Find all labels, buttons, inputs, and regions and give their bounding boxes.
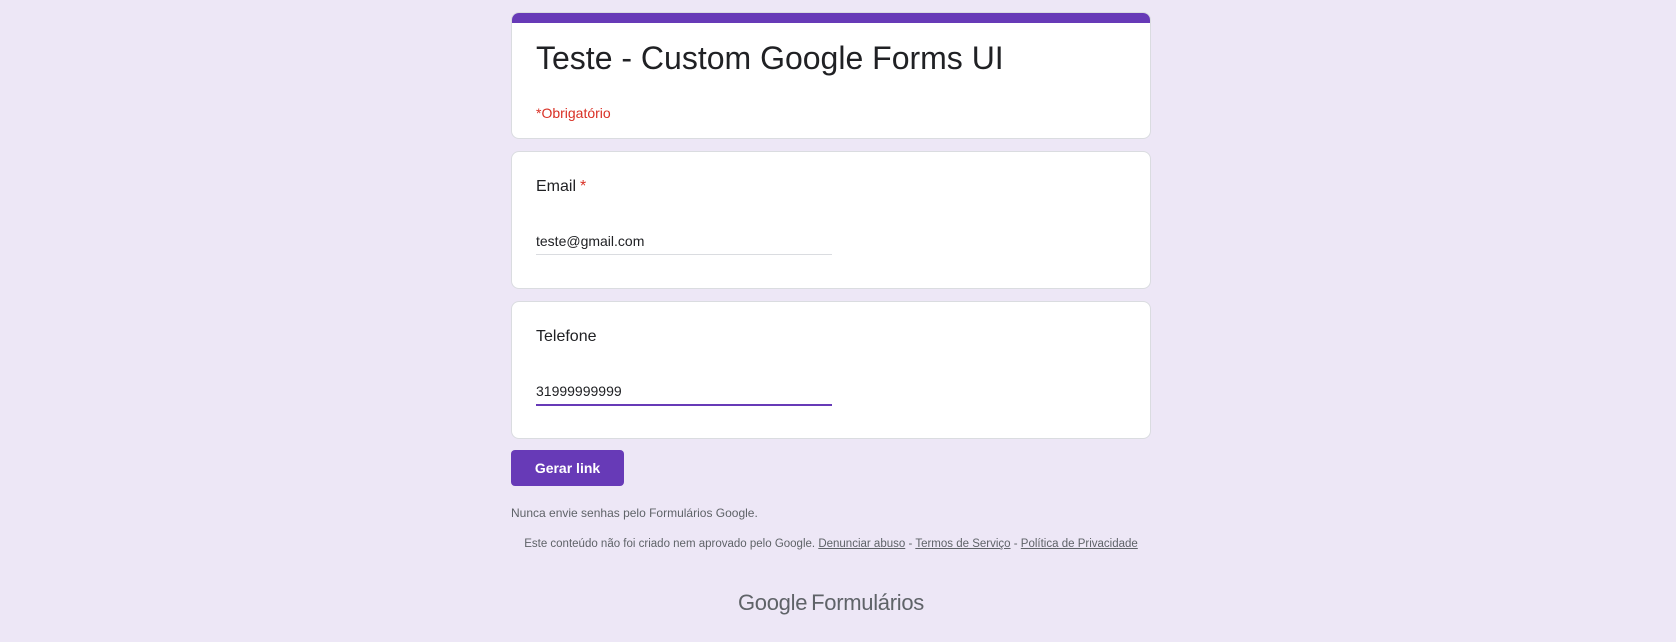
required-note: *Obrigatório — [536, 105, 611, 121]
question-card-email: Email * — [511, 151, 1151, 289]
form-header-card: Teste - Custom Google Forms UI *Obrigató… — [511, 12, 1151, 139]
report-abuse-link[interactable]: Denunciar abuso — [818, 538, 905, 550]
password-warning: Nunca envie senhas pelo Formulários Goog… — [511, 506, 758, 520]
telefone-input[interactable] — [536, 382, 832, 404]
email-input-underline — [536, 254, 832, 255]
header-accent-bar — [512, 13, 1150, 23]
form-container: Teste - Custom Google Forms UI *Obrigató… — [511, 12, 1151, 615]
footer-disclaimer: Este conteúdo não foi criado nem aprovad… — [511, 537, 1151, 551]
disclaimer-text: Este conteúdo não foi criado nem aprovad… — [524, 538, 816, 550]
telefone-answer-wrap — [536, 382, 832, 406]
email-input[interactable] — [536, 232, 832, 254]
question-label-email: Email * — [536, 178, 586, 196]
privacy-link[interactable]: Política de Privacidade — [1021, 538, 1138, 550]
email-answer-wrap — [536, 232, 832, 255]
question-label-telefone: Telefone — [536, 328, 597, 345]
google-forms-logo[interactable]: Google Formulários — [511, 590, 1151, 616]
gerar-link-button[interactable]: Gerar link — [511, 450, 624, 486]
product-wordmark: Formulários — [811, 590, 924, 615]
google-wordmark: Google — [738, 590, 808, 615]
form-title: Teste - Custom Google Forms UI — [536, 40, 1004, 76]
footer-separator: - — [1013, 538, 1018, 550]
question-title-email: Email — [536, 178, 577, 195]
terms-link[interactable]: Termos de Serviço — [915, 538, 1010, 550]
question-card-telefone: Telefone — [511, 301, 1151, 439]
required-asterisk: * — [580, 178, 587, 195]
telefone-input-underline — [536, 404, 832, 406]
footer-separator: - — [908, 538, 913, 550]
